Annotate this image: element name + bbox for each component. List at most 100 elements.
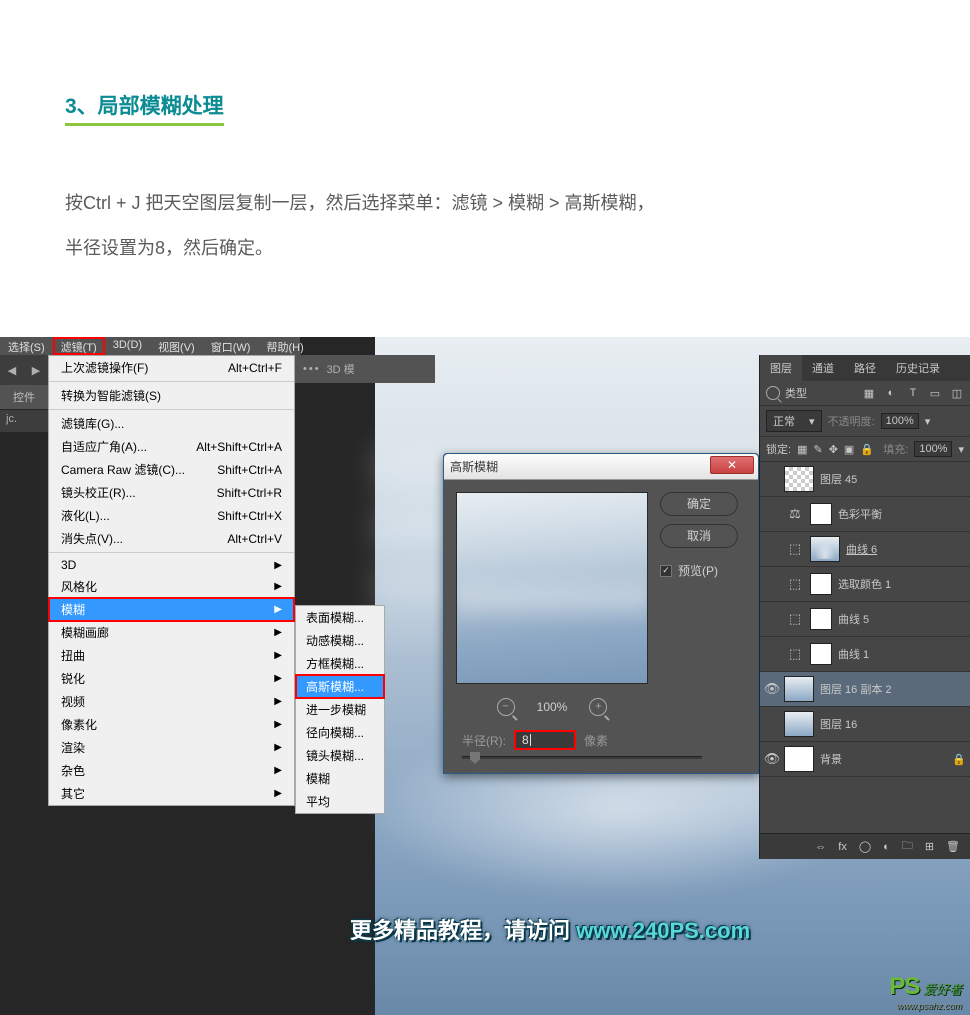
submenu-surface-blur[interactable]: 表面模糊...	[296, 606, 384, 629]
radius-input[interactable]: 8	[514, 730, 576, 750]
search-icon[interactable]	[766, 386, 780, 400]
layer-thumbnail[interactable]	[784, 711, 814, 737]
zoom-out-icon[interactable]: −	[497, 698, 515, 716]
menu-vanishing-point[interactable]: 消失点(V)...Alt+Ctrl+V	[49, 527, 294, 550]
layer-name[interactable]: 色彩平衡	[838, 506, 970, 522]
link-layers-icon[interactable]: ⇔	[815, 841, 826, 853]
menu-distort[interactable]: 扭曲▶	[49, 644, 294, 667]
lock-pixels-icon[interactable]: ▦	[797, 443, 807, 456]
menu-3d-sub[interactable]: 3D▶	[49, 555, 294, 575]
filter-text-icon[interactable]: T	[906, 387, 920, 400]
menu-camera-raw[interactable]: Camera Raw 滤镜(C)...Shift+Ctrl+A	[49, 458, 294, 481]
menu-adaptive-wide[interactable]: 自适应广角(A)...Alt+Shift+Ctrl+A	[49, 435, 294, 458]
fx-icon[interactable]: fx	[838, 841, 847, 853]
options-3d-mode[interactable]: 3D 模	[327, 361, 355, 377]
ok-button[interactable]: 确定	[660, 492, 738, 516]
tab-channels[interactable]: 通道	[802, 355, 844, 381]
filter-adjust-icon[interactable]: ◐	[884, 387, 898, 400]
tab-history[interactable]: 历史记录	[886, 355, 950, 381]
fill-value[interactable]: 100%	[914, 441, 952, 457]
layer-row[interactable]: ⬚ 曲线 5	[760, 602, 970, 637]
side-panel-label[interactable]: 控件	[0, 385, 48, 409]
checkbox-icon[interactable]: ✓	[660, 565, 672, 577]
menu-render[interactable]: 渲染▶	[49, 736, 294, 759]
layer-thumbnail[interactable]	[784, 466, 814, 492]
menu-liquify[interactable]: 液化(L)...Shift+Ctrl+X	[49, 504, 294, 527]
layer-row[interactable]: ⬚ 曲线 6	[760, 532, 970, 567]
submenu-motion-blur[interactable]: 动感模糊...	[296, 629, 384, 652]
menu-stylize[interactable]: 风格化▶	[49, 575, 294, 598]
close-button[interactable]: ✕	[710, 456, 754, 474]
menu-noise[interactable]: 杂色▶	[49, 759, 294, 782]
submenu-radial-blur[interactable]: 径向模糊...	[296, 721, 384, 744]
submenu-blur[interactable]: 模糊	[296, 767, 384, 790]
layer-name[interactable]: 选取颜色 1	[838, 576, 970, 592]
submenu-box-blur[interactable]: 方框模糊...	[296, 652, 384, 675]
menu-pixelate[interactable]: 像素化▶	[49, 713, 294, 736]
nav-right-icon[interactable]: ▶	[26, 359, 46, 381]
layer-name[interactable]: 曲线 1	[838, 646, 970, 662]
visibility-icon[interactable]: 👁	[760, 681, 784, 697]
layer-row[interactable]: 图层 16	[760, 707, 970, 742]
filter-type-select[interactable]: 类型	[785, 385, 857, 401]
dialog-titlebar[interactable]: 高斯模糊 ✕	[444, 454, 758, 480]
menu-lens-correction[interactable]: 镜头校正(R)...Shift+Ctrl+R	[49, 481, 294, 504]
menu-view[interactable]: 视图(V)	[150, 337, 203, 355]
submenu-blur-more[interactable]: 进一步模糊	[296, 698, 384, 721]
filter-smart-icon[interactable]: ◫	[950, 387, 964, 400]
document-tab[interactable]: jc.	[0, 410, 48, 432]
layer-row[interactable]: 图层 45	[760, 462, 970, 497]
chevron-down-icon[interactable]: ▾	[925, 415, 931, 428]
menu-window[interactable]: 窗口(W)	[203, 337, 259, 355]
dialog-preview[interactable]	[456, 492, 648, 684]
lock-position-icon[interactable]: ✥	[829, 443, 838, 456]
menu-other[interactable]: 其它▶	[49, 782, 294, 805]
chevron-down-icon[interactable]: ▾	[958, 443, 964, 456]
submenu-average[interactable]: 平均	[296, 790, 384, 813]
menu-blur[interactable]: 模糊▶	[49, 598, 294, 621]
layer-name[interactable]: 图层 16	[820, 716, 970, 732]
filter-shape-icon[interactable]: ▭	[928, 387, 942, 400]
layer-name[interactable]: 曲线 6	[846, 541, 970, 557]
opacity-value[interactable]: 100%	[881, 413, 919, 429]
new-layer-icon[interactable]: ⊞	[925, 840, 934, 853]
layer-mask[interactable]	[810, 503, 832, 525]
lock-artboard-icon[interactable]: ▣	[844, 443, 854, 456]
menu-blur-gallery[interactable]: 模糊画廊▶	[49, 621, 294, 644]
submenu-lens-blur[interactable]: 镜头模糊...	[296, 744, 384, 767]
tab-layers[interactable]: 图层	[760, 355, 802, 381]
preview-checkbox-row[interactable]: ✓ 预览(P)	[660, 562, 718, 579]
layer-name[interactable]: 图层 45	[820, 471, 970, 487]
visibility-icon[interactable]: 👁	[760, 751, 784, 767]
submenu-gaussian-blur[interactable]: 高斯模糊...	[296, 675, 384, 698]
menu-smart-filter[interactable]: 转换为智能滤镜(S)	[49, 384, 294, 407]
layer-mask[interactable]	[810, 573, 832, 595]
slider-thumb[interactable]	[470, 752, 480, 764]
tab-paths[interactable]: 路径	[844, 355, 886, 381]
menu-filter-gallery[interactable]: 滤镜库(G)...	[49, 412, 294, 435]
layer-row[interactable]: ⬚ 选取颜色 1	[760, 567, 970, 602]
layer-row[interactable]: 👁 背景 🔒	[760, 742, 970, 777]
zoom-in-icon[interactable]: +	[589, 698, 607, 716]
nav-left-icon[interactable]: ◀	[2, 359, 22, 381]
menu-sharpen[interactable]: 锐化▶	[49, 667, 294, 690]
menu-select[interactable]: 选择(S)	[0, 337, 53, 355]
radius-slider[interactable]	[444, 756, 758, 773]
layer-mask[interactable]	[810, 643, 832, 665]
new-group-icon[interactable]: 🗀	[902, 837, 913, 856]
menu-video[interactable]: 视频▶	[49, 690, 294, 713]
layer-thumbnail[interactable]	[784, 676, 814, 702]
slider-track[interactable]	[462, 756, 702, 759]
layer-name[interactable]: 背景	[820, 751, 952, 767]
blend-mode-select[interactable]: 正常▾	[766, 410, 822, 432]
options-more-icon[interactable]: •••	[303, 363, 321, 375]
layer-mask[interactable]	[810, 608, 832, 630]
menu-filter[interactable]: 滤镜(T)	[53, 337, 105, 355]
layer-thumbnail[interactable]	[784, 746, 814, 772]
delete-layer-icon[interactable]: 🗑	[946, 840, 960, 853]
menu-last-filter[interactable]: 上次滤镜操作(F) Alt+Ctrl+F	[49, 356, 294, 379]
menu-help[interactable]: 帮助(H)	[258, 337, 311, 355]
adjustment-icon[interactable]: ◐	[883, 841, 890, 853]
layer-row[interactable]: 👁 图层 16 副本 2	[760, 672, 970, 707]
lock-all-icon[interactable]: 🔒	[860, 443, 874, 456]
